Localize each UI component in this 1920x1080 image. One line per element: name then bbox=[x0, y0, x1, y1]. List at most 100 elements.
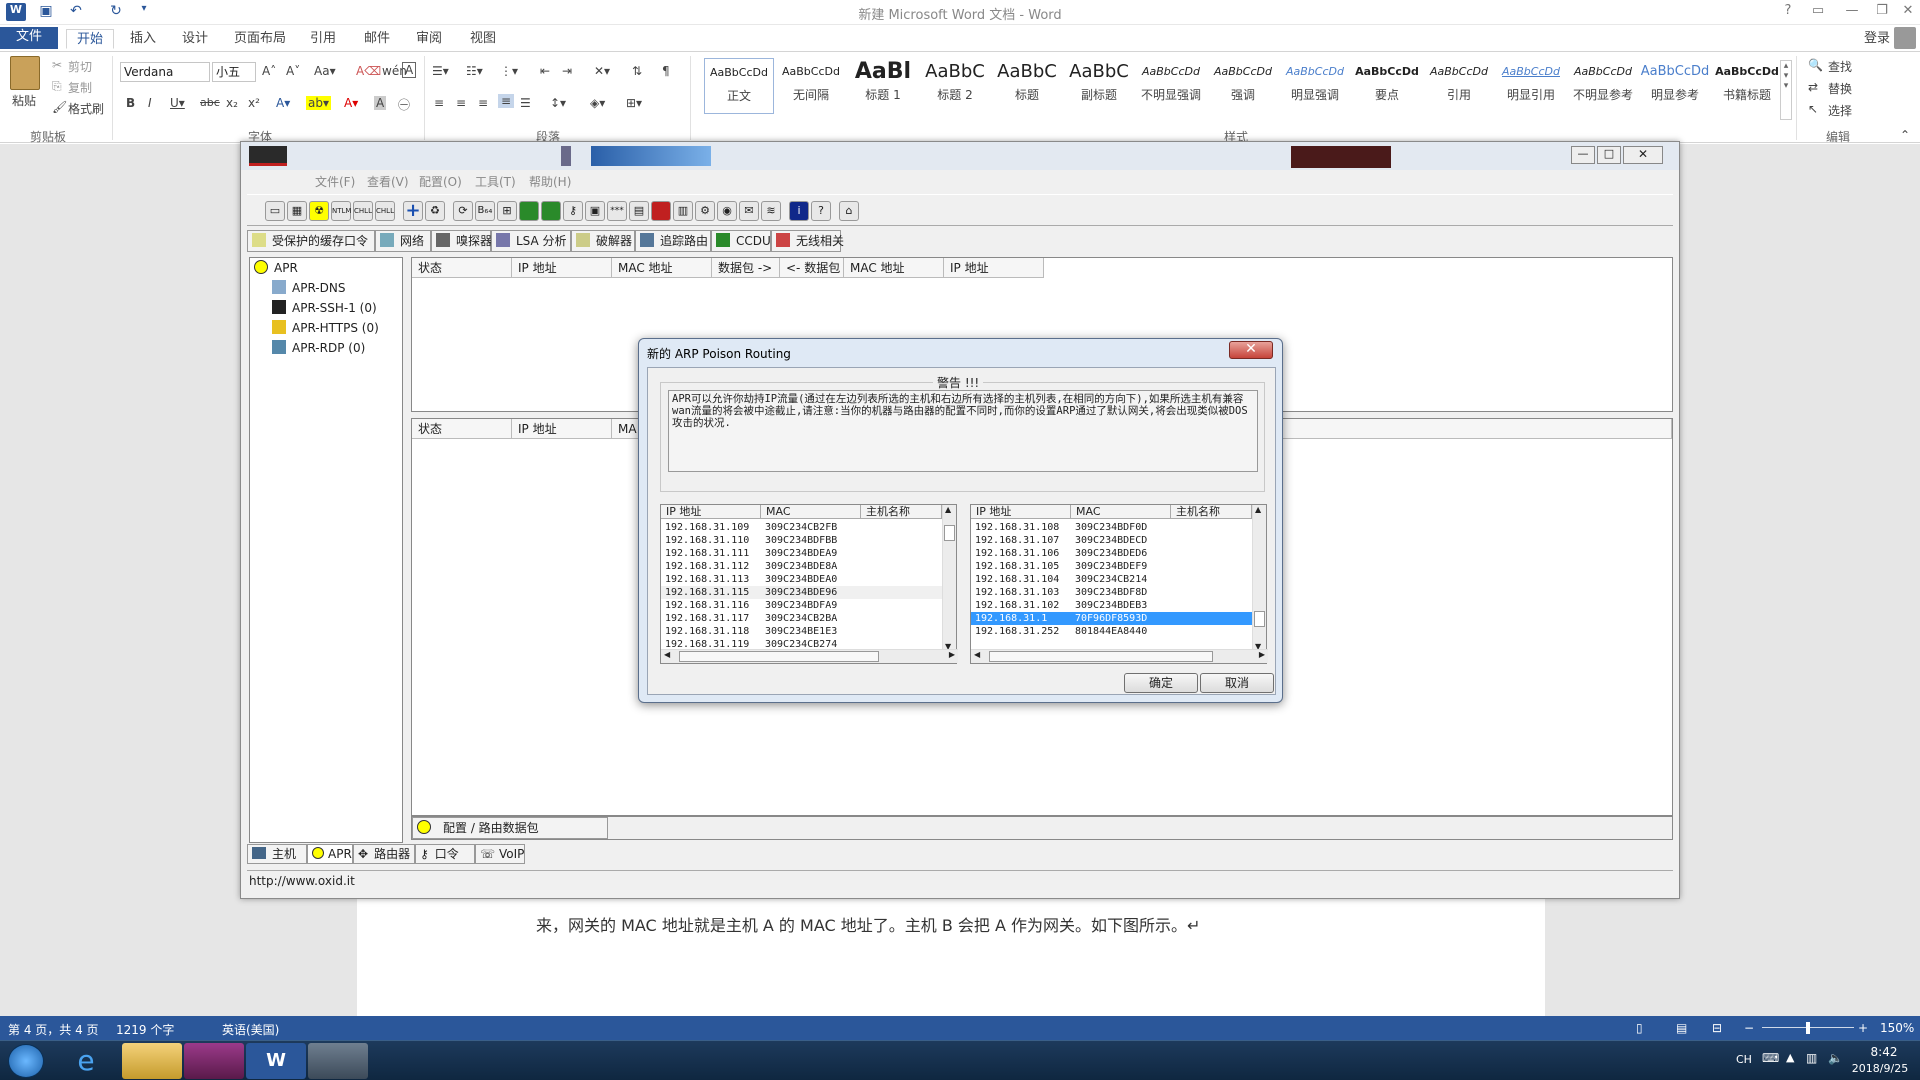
font-name-select[interactable]: Verdana bbox=[120, 62, 210, 82]
style-item[interactable]: AaBbCcDd 要点 bbox=[1352, 58, 1422, 114]
tab-voip[interactable]: ☏ VoIP bbox=[475, 844, 525, 864]
col-header[interactable]: MAC 地址 bbox=[844, 258, 944, 278]
find-icon[interactable]: 🔍 bbox=[1808, 58, 1823, 72]
col-header[interactable]: MAC bbox=[761, 505, 861, 519]
tab-routing[interactable]: ✥ 路由器 bbox=[353, 844, 415, 864]
style-item[interactable]: AaBbCcDd 强调 bbox=[1208, 58, 1278, 114]
disk-icon[interactable]: ◉ bbox=[717, 201, 737, 221]
config-routing-tab[interactable]: 配置 / 路由数据包 bbox=[412, 817, 608, 839]
host-row[interactable]: 192.168.31.252 801844EA8440 bbox=[971, 625, 1252, 638]
select-icon[interactable]: ↖ bbox=[1808, 102, 1818, 116]
style-item[interactable]: AaBbCcDd 明显引用 bbox=[1496, 58, 1566, 114]
collapse-ribbon-icon[interactable]: ⌃ bbox=[1900, 128, 1910, 142]
copy-button[interactable]: 复制 bbox=[68, 79, 92, 96]
numbering-icon[interactable]: ☷▾ bbox=[466, 64, 483, 78]
host-row[interactable]: 192.168.31.117 309C234CB2BA bbox=[661, 612, 942, 625]
style-item[interactable]: AaBbCcDd 引用 bbox=[1424, 58, 1494, 114]
copy-icon[interactable]: ⎘ bbox=[52, 79, 62, 94]
col-header[interactable]: IP 地址 bbox=[944, 258, 1044, 278]
ntlm-auth-icon[interactable]: NTLM bbox=[331, 201, 351, 221]
show-marks-icon[interactable]: ¶ bbox=[662, 64, 670, 78]
zoom-in-icon[interactable]: + bbox=[1858, 1021, 1868, 1035]
left-host-list[interactable]: IP 地址 MAC 主机名称 192.168.31.109 309C234CB2F… bbox=[660, 504, 958, 664]
tab-insert[interactable]: 插入 bbox=[120, 29, 166, 49]
format-painter-button[interactable]: 格式刷 bbox=[68, 100, 104, 117]
report-icon[interactable]: ▤ bbox=[629, 201, 649, 221]
sniffer-icon[interactable]: ⚙ bbox=[695, 201, 715, 221]
menu-config[interactable]: 配置(O) bbox=[419, 173, 462, 190]
host-row[interactable]: 192.168.31.115 309C234BDE96 bbox=[661, 586, 942, 599]
host-row[interactable]: 192.168.31.110 309C234BDFBB bbox=[661, 534, 942, 547]
scroll-thumb[interactable] bbox=[944, 525, 955, 541]
chll-ntlm-icon[interactable]: CHLL bbox=[375, 201, 395, 221]
paste-icon[interactable] bbox=[10, 56, 40, 90]
ms-hash-icon[interactable] bbox=[541, 201, 561, 221]
cut-icon[interactable]: ✂ bbox=[52, 58, 62, 72]
align-right-icon[interactable]: ≡ bbox=[478, 96, 488, 110]
strikethrough-icon[interactable]: abc bbox=[200, 96, 220, 109]
menu-view[interactable]: 查看(V) bbox=[367, 173, 409, 190]
host-row[interactable]: 192.168.31.104 309C234CB214 bbox=[971, 573, 1252, 586]
scroll-left-icon[interactable]: ◀ bbox=[974, 650, 980, 659]
dictionary-icon[interactable]: ▥ bbox=[673, 201, 693, 221]
host-row[interactable]: 192.168.31.102 309C234BDEB3 bbox=[971, 599, 1252, 612]
host-row[interactable]: 192.168.31.118 309C234BE1E3 bbox=[661, 625, 942, 638]
vertical-scrollbar[interactable]: ▲ ▼ bbox=[942, 505, 956, 651]
enclose-characters-icon[interactable]: ㊀ bbox=[398, 96, 410, 113]
menu-tools[interactable]: 工具(T) bbox=[475, 173, 516, 190]
multilevel-list-icon[interactable]: ⋮▾ bbox=[500, 64, 518, 78]
superscript-icon[interactable]: x² bbox=[248, 96, 260, 110]
bold-icon[interactable]: B bbox=[126, 96, 135, 110]
host-row[interactable]: 192.168.31.105 309C234BDEF9 bbox=[971, 560, 1252, 573]
replace-icon[interactable]: ⇄ bbox=[1808, 80, 1818, 94]
right-host-list[interactable]: IP 地址 MAC 主机名称 192.168.31.108 309C234BDF0… bbox=[970, 504, 1268, 664]
key-icon[interactable]: ⚷ bbox=[563, 201, 583, 221]
page-count[interactable]: 第 4 页，共 4 页 bbox=[8, 1021, 99, 1038]
tree-item-apr[interactable]: APR bbox=[254, 260, 298, 275]
exit-icon[interactable]: ⌂ bbox=[839, 201, 859, 221]
col-header[interactable]: 主机名称 bbox=[861, 505, 942, 519]
start-button[interactable] bbox=[8, 1044, 44, 1078]
tab-mailings[interactable]: 邮件 bbox=[354, 29, 400, 49]
scroll-left-icon[interactable]: ◀ bbox=[664, 650, 670, 659]
maximize-icon[interactable]: □ bbox=[1597, 146, 1621, 164]
style-item[interactable]: AaBbCcDd 不明显参考 bbox=[1568, 58, 1638, 114]
host-row[interactable]: 192.168.31.1 70F96DF8593D bbox=[971, 612, 1252, 625]
font-size-select[interactable]: 小五 bbox=[212, 62, 256, 82]
host-row[interactable]: 192.168.31.107 309C234BDECD bbox=[971, 534, 1252, 547]
tree-item-apr-rdp[interactable]: APR-RDP (0) bbox=[272, 340, 365, 355]
sort-icon[interactable]: ⇅ bbox=[632, 64, 642, 78]
scroll-thumb[interactable] bbox=[989, 651, 1213, 662]
tab-traceroute[interactable]: 追踪路由 bbox=[635, 230, 711, 252]
bullets-icon[interactable]: ☰▾ bbox=[432, 64, 449, 78]
network-icon[interactable]: ▥ bbox=[1806, 1051, 1817, 1065]
shrink-font-icon[interactable]: A˅ bbox=[286, 64, 300, 78]
close-icon[interactable]: ✕ bbox=[1896, 3, 1920, 21]
tab-apr[interactable]: APR bbox=[307, 844, 353, 864]
warning-text[interactable]: APR可以允许你劫持IP流量(通过在左边列表所选的主机和右边所有选择的主机列表,… bbox=[668, 390, 1258, 472]
grow-font-icon[interactable]: A˄ bbox=[262, 64, 276, 78]
col-header[interactable]: IP 地址 bbox=[661, 505, 761, 519]
text-effects-icon[interactable]: A▾ bbox=[276, 96, 290, 110]
stop-icon[interactable] bbox=[651, 201, 671, 221]
cain-taskbar-icon[interactable] bbox=[308, 1043, 368, 1079]
scroll-up-icon[interactable]: ▲ bbox=[945, 505, 951, 514]
paste-button[interactable]: 粘贴 bbox=[12, 92, 36, 109]
col-header[interactable]: <- 数据包 bbox=[780, 258, 844, 278]
find-button[interactable]: 查找 bbox=[1828, 58, 1852, 75]
language-indicator[interactable]: 英语(美国) bbox=[222, 1021, 279, 1038]
tab-sniffer[interactable]: 嗅探器 bbox=[431, 230, 492, 252]
tree-item-apr-ssh[interactable]: APR-SSH-1 (0) bbox=[272, 300, 377, 315]
align-left-icon[interactable]: ≡ bbox=[434, 96, 444, 110]
zoom-level[interactable]: 150% bbox=[1880, 1021, 1914, 1035]
horizontal-scrollbar[interactable]: ◀ ▶ bbox=[661, 649, 958, 663]
ok-button[interactable]: 确定 bbox=[1124, 673, 1198, 693]
host-row[interactable]: 192.168.31.113 309C234BDEA0 bbox=[661, 573, 942, 586]
style-item[interactable]: AaBbC 副标题 bbox=[1064, 58, 1134, 114]
decrease-indent-icon[interactable]: ⇤ bbox=[540, 64, 550, 78]
character-shading-icon[interactable]: A bbox=[374, 96, 387, 110]
distributed-icon[interactable]: ☰ bbox=[520, 96, 531, 110]
host-row[interactable]: 192.168.31.112 309C234BDE8A bbox=[661, 560, 942, 573]
host-row[interactable]: 192.168.31.103 309C234BDF8D bbox=[971, 586, 1252, 599]
style-item[interactable]: AaBbCcDd 无间隔 bbox=[776, 58, 846, 114]
